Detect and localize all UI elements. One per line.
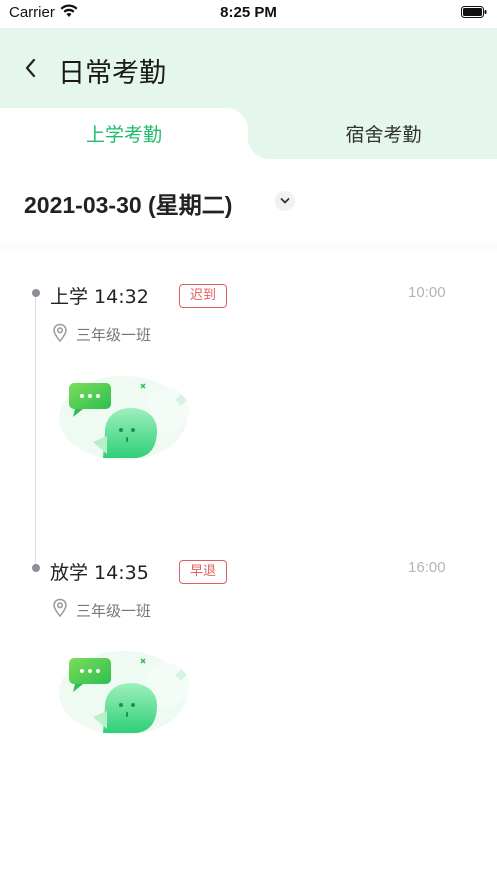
status-badge-early-leave: 早退	[179, 560, 228, 584]
page-title: 日常考勤	[58, 58, 166, 89]
record-title: 放学 14:35	[50, 562, 149, 584]
nav-bar: 日常考勤	[0, 28, 497, 108]
timeline-line	[35, 292, 36, 568]
location-text: 三年级一班	[76, 602, 152, 620]
status-badge-late: 迟到	[179, 284, 228, 308]
tab-dorm-attendance[interactable]: 宿舍考勤	[270, 108, 497, 159]
timeline-dot	[32, 289, 40, 297]
scheduled-time: 16:00	[408, 559, 446, 576]
location-text: 三年级一班	[76, 326, 152, 344]
section-divider	[0, 241, 497, 251]
battery-icon	[461, 6, 487, 18]
timeline-dot	[32, 564, 40, 572]
date-dropdown-button[interactable]	[275, 191, 295, 211]
status-time: 8:25 PM	[220, 4, 277, 21]
status-bar: Carrier 8:25 PM	[0, 0, 497, 28]
location-pin-icon	[53, 598, 67, 618]
scheduled-time: 10:00	[408, 284, 446, 301]
date-selector[interactable]: 2021-03-30 (星期二)	[0, 159, 497, 241]
location-pin-icon	[53, 323, 67, 343]
record-title: 上学 14:32	[50, 286, 149, 308]
empty-photo-illustration	[59, 376, 189, 460]
date-label: 2021-03-30 (星期二)	[24, 192, 233, 218]
empty-photo-illustration	[59, 651, 189, 735]
dropdown-icon	[280, 198, 290, 204]
attendance-tabs: 上学考勤 宿舍考勤	[0, 108, 497, 159]
back-chevron-icon[interactable]	[22, 57, 38, 79]
tab-school-attendance[interactable]: 上学考勤	[0, 108, 270, 159]
